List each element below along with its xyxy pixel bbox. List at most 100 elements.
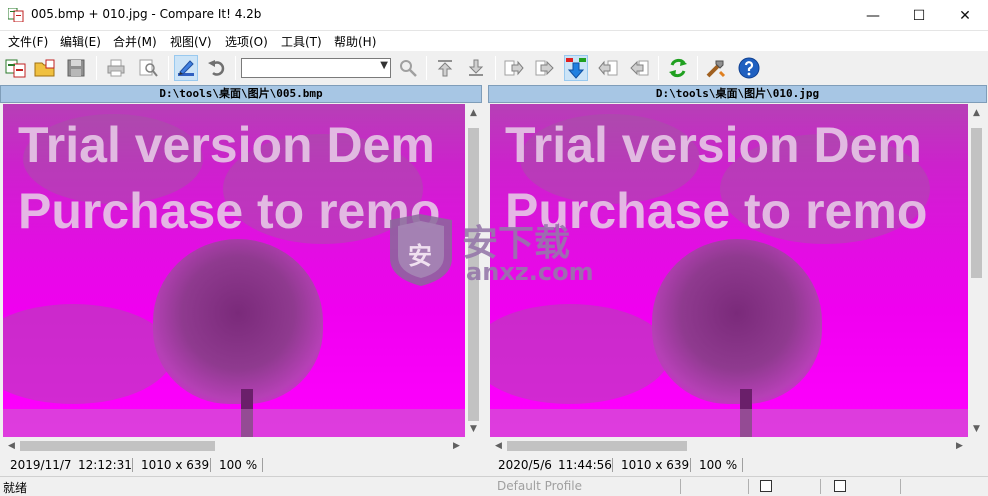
left-pane-status: 2019/11/7 12:12:31 1010 x 639 100 % <box>0 455 482 475</box>
ground <box>3 409 465 437</box>
menu-options[interactable]: 选项(O) <box>225 33 268 50</box>
right-pane-status: 2020/5/6 11:44:56 1010 x 639 100 % <box>488 455 988 475</box>
status-divider <box>132 458 133 472</box>
copy-left-all-icon <box>630 60 649 76</box>
status-divider <box>210 458 211 472</box>
first-change-button[interactable] <box>433 55 457 81</box>
copy-right-all-button[interactable] <box>533 55 557 81</box>
find-button[interactable] <box>396 55 420 81</box>
right-hscroll-thumb[interactable] <box>507 441 687 451</box>
next-change-button[interactable] <box>564 55 588 81</box>
left-horizontal-scrollbar[interactable]: ◀ ▶ <box>3 437 465 454</box>
copy-left-all-button[interactable] <box>627 55 651 81</box>
app-icon <box>8 8 24 22</box>
edit-button[interactable] <box>174 55 198 81</box>
copy-right-button[interactable] <box>502 55 526 81</box>
toolbar-separator <box>426 56 427 80</box>
minimize-button[interactable]: — <box>850 0 896 31</box>
scroll-left-icon[interactable]: ◀ <box>3 437 20 454</box>
toolbar-separator <box>168 56 169 80</box>
toolbar-separator <box>658 56 659 80</box>
watermark-line-1: Trial version Dem <box>18 117 435 173</box>
left-hscroll-thumb[interactable] <box>20 441 215 451</box>
print-button[interactable] <box>104 55 128 81</box>
status-profile: Default Profile <box>497 479 582 493</box>
site-logo-url: anxz.com <box>466 258 594 286</box>
arrow-up-to-top-icon <box>437 60 453 77</box>
undo-icon <box>208 60 225 76</box>
print-preview-icon <box>139 59 158 77</box>
menu-bar: 文件(F) 编辑(E) 合并(M) 视图(V) 选项(O) 工具(T) 帮助(H… <box>0 31 988 51</box>
search-combo[interactable]: ▼ <box>241 58 391 78</box>
scroll-right-icon[interactable]: ▶ <box>448 437 465 454</box>
help-button[interactable] <box>737 55 761 81</box>
status-ready: 就绪 <box>3 481 28 495</box>
window-title: 005.bmp + 010.jpg - Compare It! 4.2b <box>31 7 262 21</box>
scroll-down-icon[interactable]: ▼ <box>968 420 985 437</box>
ground <box>490 409 968 437</box>
scroll-right-icon[interactable]: ▶ <box>951 437 968 454</box>
scroll-up-icon[interactable]: ▲ <box>968 104 985 121</box>
copy-left-button[interactable] <box>596 55 620 81</box>
help-icon <box>738 57 760 79</box>
copy-right-all-icon <box>535 60 554 76</box>
left-zoom: 100 % <box>219 458 258 472</box>
chevron-down-icon[interactable]: ▼ <box>380 60 388 71</box>
open-files-button[interactable] <box>4 55 28 81</box>
site-watermark-logo: 安 安下载 anxz.com <box>386 212 606 288</box>
menu-tools[interactable]: 工具(T) <box>281 33 322 50</box>
toolbar-separator <box>96 56 97 80</box>
menu-merge[interactable]: 合并(M) <box>113 33 157 50</box>
open-folder-button[interactable] <box>33 55 57 81</box>
toolbar-separator <box>697 56 698 80</box>
copy-left-icon <box>598 60 618 76</box>
right-file-time: 11:44:56 <box>558 458 612 472</box>
open-folder-icon <box>34 59 55 77</box>
status-divider <box>262 458 263 472</box>
right-file-date: 2020/5/6 <box>498 458 552 472</box>
save-icon <box>67 59 85 77</box>
cloud-shape <box>3 304 173 404</box>
right-image-size: 1010 x 639 <box>621 458 690 472</box>
maximize-button[interactable]: ☐ <box>896 0 942 31</box>
scroll-left-icon[interactable]: ◀ <box>490 437 507 454</box>
tools-icon <box>706 60 726 78</box>
right-zoom: 100 % <box>699 458 738 472</box>
toolbar <box>0 51 988 85</box>
print-preview-button[interactable] <box>136 55 160 81</box>
tools-button[interactable] <box>704 55 728 81</box>
close-button[interactable]: ✕ <box>942 0 988 31</box>
menu-help[interactable]: 帮助(H) <box>334 33 376 50</box>
scroll-up-icon[interactable]: ▲ <box>465 104 482 121</box>
status-divider <box>742 458 743 472</box>
tree-crown <box>652 239 822 404</box>
arrow-down-to-bottom-icon <box>468 59 484 76</box>
refresh-button[interactable] <box>666 55 690 81</box>
menu-file[interactable]: 文件(F) <box>8 33 48 50</box>
right-vertical-scrollbar[interactable]: ▲ ▼ <box>968 104 985 437</box>
status-divider <box>820 479 821 494</box>
menu-view[interactable]: 视图(V) <box>170 33 212 50</box>
status-bar: 就绪 Default Profile <box>0 476 988 495</box>
refresh-icon <box>669 58 687 78</box>
left-image-size: 1010 x 639 <box>141 458 210 472</box>
right-vscroll-thumb[interactable] <box>971 128 982 278</box>
scroll-down-icon[interactable]: ▼ <box>465 420 482 437</box>
watermark-line-2: Purchase to remo <box>18 183 441 239</box>
last-change-button[interactable] <box>464 55 488 81</box>
tree-crown <box>153 239 323 404</box>
watermark-line-1: Trial version Dem <box>505 117 922 173</box>
status-checkbox[interactable] <box>760 480 772 492</box>
status-divider <box>612 458 613 472</box>
save-button[interactable] <box>64 55 88 81</box>
printer-icon <box>107 59 125 77</box>
menu-edit[interactable]: 编辑(E) <box>60 33 101 50</box>
title-bar: 005.bmp + 010.jpg - Compare It! 4.2b — ☐… <box>0 0 988 31</box>
undo-button[interactable] <box>205 55 229 81</box>
search-icon <box>400 60 417 77</box>
site-logo-badge: 安 <box>408 242 432 270</box>
right-horizontal-scrollbar[interactable]: ◀ ▶ <box>490 437 968 454</box>
status-checkbox[interactable] <box>834 480 846 492</box>
status-divider <box>680 479 681 494</box>
copy-right-icon <box>504 60 524 76</box>
